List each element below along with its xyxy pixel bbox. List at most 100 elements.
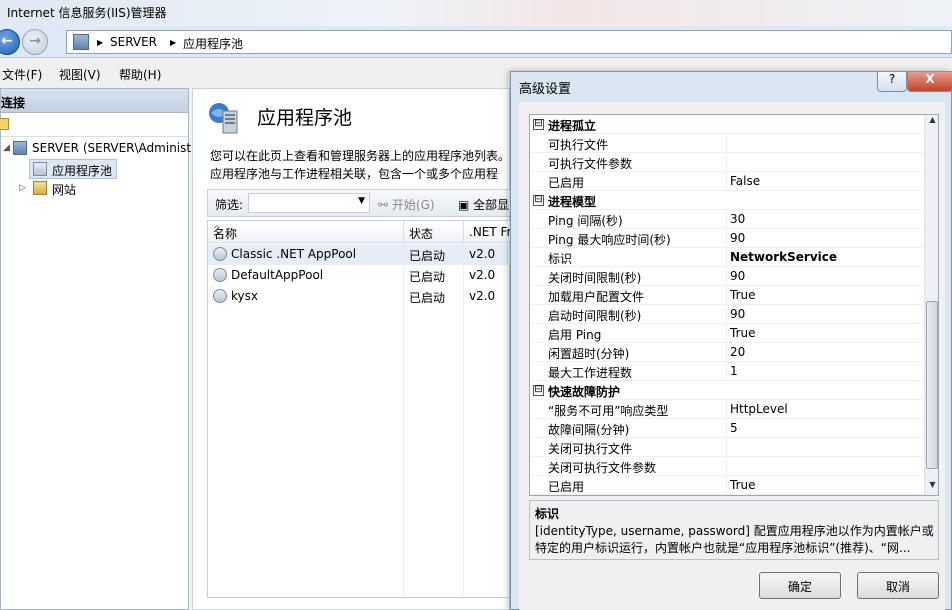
property-value[interactable]: 90 bbox=[730, 269, 745, 283]
binoculars-icon: ⚯ bbox=[378, 198, 389, 212]
property-divider bbox=[726, 362, 727, 381]
app-pools-table: ^ 名称 状态 .NET Fr Classic .NET AppPool 已启动… bbox=[207, 220, 511, 598]
address-box[interactable]: ▶ SERVER ▶ 应用程序池 bbox=[66, 30, 952, 54]
property-row[interactable]: 已启用 False bbox=[530, 172, 924, 191]
property-divider bbox=[726, 172, 727, 191]
property-row[interactable]: 关闭时间限制(秒) 90 bbox=[530, 267, 924, 286]
menu-help[interactable]: 帮助(H) bbox=[119, 66, 161, 83]
sites-folder-icon bbox=[33, 181, 47, 195]
property-value[interactable]: 30 bbox=[730, 212, 745, 226]
property-category[interactable]: ⊟ 进程孤立 bbox=[530, 115, 924, 134]
page-description: 您可以在此页上查看和管理服务器上的应用程序池列表。应用程序池与工作进程相关联，包… bbox=[210, 149, 510, 181]
row-status: 已启动 bbox=[409, 270, 446, 284]
property-row[interactable]: 故障间隔(分钟) 5 bbox=[530, 419, 924, 438]
property-divider bbox=[726, 229, 727, 248]
property-name: 关闭可执行文件 bbox=[548, 442, 633, 456]
app-pool-icon bbox=[213, 289, 227, 303]
property-row[interactable]: 关闭可执行文件 bbox=[530, 438, 924, 457]
property-row[interactable]: 启动时间限制(秒) 90 bbox=[530, 305, 924, 324]
property-name: 启用 Ping bbox=[548, 328, 602, 342]
property-value[interactable]: True bbox=[730, 326, 756, 340]
property-value[interactable]: 90 bbox=[730, 231, 745, 245]
property-row[interactable]: 启用 Ping True bbox=[530, 324, 924, 343]
property-value[interactable]: True bbox=[730, 478, 756, 492]
property-row[interactable]: 可执行文件参数 bbox=[530, 153, 924, 172]
close-button[interactable]: X bbox=[907, 72, 952, 92]
property-row[interactable]: 可执行文件 bbox=[530, 134, 924, 153]
scroll-up-icon[interactable]: ▲ bbox=[925, 115, 938, 130]
property-row[interactable]: 已启用 True bbox=[530, 476, 924, 495]
property-value[interactable]: 20 bbox=[730, 345, 745, 359]
breadcrumb-app-pools[interactable]: 应用程序池 bbox=[183, 35, 243, 52]
column-header-net-framework[interactable]: .NET Fr bbox=[464, 221, 510, 243]
tree-label-sites: 网站 bbox=[52, 183, 77, 197]
property-divider bbox=[726, 153, 727, 172]
window-title: Internet 信息服务(IIS)管理器 bbox=[7, 6, 167, 20]
start-filter-button[interactable]: ⚯ 开始(G) bbox=[378, 196, 435, 213]
table-row[interactable]: Classic .NET AppPool 已启动 v2.0 bbox=[208, 244, 510, 265]
property-row[interactable]: 最大工作进程数 1 bbox=[530, 362, 924, 381]
property-row[interactable]: 标识 NetworkService bbox=[530, 248, 924, 267]
show-all-button[interactable]: ▣ 全部显 bbox=[458, 196, 509, 213]
table-row[interactable]: kysx 已启动 v2.0 bbox=[208, 286, 510, 307]
property-row[interactable]: “服务不可用”响应类型 HttpLevel bbox=[530, 400, 924, 419]
property-divider bbox=[726, 343, 727, 362]
property-divider bbox=[726, 400, 727, 419]
collapse-icon[interactable]: ◢ bbox=[3, 143, 10, 153]
tree-item-sites[interactable]: ▷ 网站 bbox=[1, 179, 121, 199]
property-row[interactable]: Ping 最大响应时间(秒) 90 bbox=[530, 229, 924, 248]
help-button[interactable]: ? bbox=[877, 72, 907, 92]
show-all-icon: ▣ bbox=[458, 198, 470, 212]
server-icon bbox=[13, 141, 27, 155]
collapse-icon[interactable]: ⊟ bbox=[533, 195, 544, 206]
back-arrow-icon: ← bbox=[1, 33, 13, 49]
property-row[interactable]: 闲置超时(分钟) 20 bbox=[530, 343, 924, 362]
tree-item-app-pools[interactable]: 应用程序池 bbox=[29, 159, 117, 179]
row-name: Classic .NET AppPool bbox=[231, 247, 357, 261]
property-value[interactable]: True bbox=[730, 288, 756, 302]
property-divider bbox=[726, 210, 727, 229]
row-net-version: v2.0 bbox=[469, 268, 496, 282]
property-value[interactable]: NetworkService bbox=[730, 250, 837, 264]
property-name: 关闭时间限制(秒) bbox=[548, 271, 642, 285]
back-button[interactable]: ← bbox=[0, 29, 20, 55]
property-value[interactable]: 5 bbox=[730, 421, 738, 435]
column-header-status[interactable]: 状态 bbox=[404, 221, 464, 243]
collapse-icon[interactable]: ⊟ bbox=[533, 385, 544, 396]
app-pools-page-icon bbox=[209, 103, 238, 134]
filter-input[interactable]: ▼ bbox=[248, 193, 370, 213]
property-row[interactable]: 加载用户配置文件 True bbox=[530, 286, 924, 305]
property-grid-scrollbar[interactable]: ▲ ▼ bbox=[924, 115, 938, 495]
folder-icon[interactable] bbox=[0, 118, 9, 130]
collapse-icon[interactable]: ⊟ bbox=[533, 119, 544, 130]
scroll-down-icon[interactable]: ▼ bbox=[925, 480, 938, 495]
menu-file[interactable]: 文件(F) bbox=[2, 66, 42, 83]
property-row[interactable]: Ping 间隔(秒) 30 bbox=[530, 210, 924, 229]
expand-icon[interactable]: ▷ bbox=[19, 183, 26, 193]
ok-button[interactable]: 确定 bbox=[759, 572, 841, 599]
property-name: Ping 间隔(秒) bbox=[548, 214, 623, 228]
property-divider bbox=[726, 248, 727, 267]
property-divider bbox=[726, 476, 727, 495]
property-divider bbox=[726, 267, 727, 286]
property-category[interactable]: ⊟ 快速故障防护 bbox=[530, 381, 924, 400]
tree-item-server[interactable]: ◢ SERVER (SERVER\Administ bbox=[1, 139, 191, 159]
column-header-name[interactable]: ^ 名称 bbox=[208, 221, 404, 243]
property-value[interactable]: HttpLevel bbox=[730, 402, 788, 416]
dropdown-arrow-icon[interactable]: ▼ bbox=[358, 196, 365, 206]
property-divider bbox=[726, 286, 727, 305]
cancel-button[interactable]: 取消 bbox=[857, 572, 939, 599]
property-value[interactable]: False bbox=[730, 174, 760, 188]
property-category[interactable]: ⊟ 进程模型 bbox=[530, 191, 924, 210]
app-pool-icon bbox=[213, 268, 227, 282]
breadcrumb-server[interactable]: SERVER bbox=[110, 35, 157, 49]
table-row[interactable]: DefaultAppPool 已启动 v2.0 bbox=[208, 265, 510, 286]
menu-view[interactable]: 视图(V) bbox=[59, 66, 101, 83]
row-status: 已启动 bbox=[409, 249, 446, 263]
forward-button[interactable]: → bbox=[22, 29, 48, 55]
property-value[interactable]: 1 bbox=[730, 364, 738, 378]
property-row[interactable]: 关闭可执行文件参数 bbox=[530, 457, 924, 476]
scrollbar-thumb[interactable] bbox=[926, 301, 938, 469]
row-status: 已启动 bbox=[409, 291, 446, 305]
property-value[interactable]: 90 bbox=[730, 307, 745, 321]
